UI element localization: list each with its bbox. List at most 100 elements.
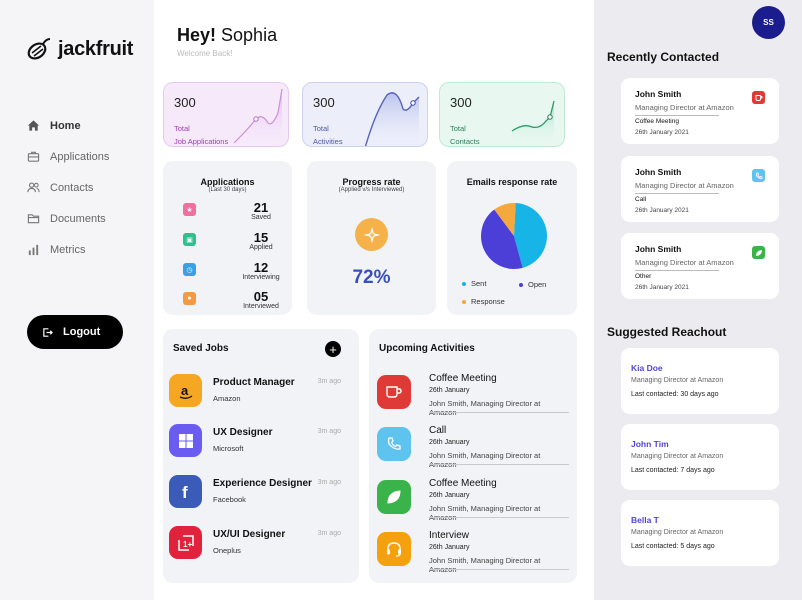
divider (635, 270, 719, 271)
contact-name: John Tim (631, 439, 669, 449)
contact-role: Managing Director at Amazon (631, 529, 724, 536)
job-time: 3m ago (317, 428, 341, 435)
phone-icon (377, 427, 411, 461)
activity-item[interactable]: Coffee Meeting 26th January John Smith, … (377, 478, 569, 526)
divider (429, 517, 569, 518)
activity-item[interactable]: Coffee Meeting 26th January John Smith, … (377, 373, 569, 421)
card-title: Upcoming Activities (379, 343, 475, 354)
svg-text:f: f (182, 483, 188, 501)
sidebar-item-label: Contacts (50, 181, 94, 194)
sidebar-nav: Home Applications Contacts Documents Met… (27, 110, 109, 265)
stat-label-line2: Contacts (450, 137, 480, 146)
phone-icon (752, 169, 765, 182)
stat-card-activities[interactable]: 300 Total Activities (302, 82, 428, 147)
suggested-reachout-title: Suggested Reachout (607, 325, 727, 339)
sidebar-item-contacts[interactable]: Contacts (27, 172, 109, 203)
card-title: Saved Jobs (173, 343, 229, 354)
contact-date: 26th January 2021 (635, 284, 689, 291)
saved-job-item[interactable]: f Experience Designer Facebook 3m ago (169, 475, 347, 515)
stat-label-line2: Job Applications (174, 137, 229, 146)
stat-label: Total Activities (313, 122, 343, 146)
activity-title: Coffee Meeting (429, 373, 497, 384)
contact-role: Managing Director at Amazon (635, 103, 734, 112)
saved-job-item[interactable]: a Product Manager Amazon 3m ago (169, 374, 347, 414)
legend-item-response: Response (462, 297, 505, 306)
greeting-prefix: Hey! (177, 25, 217, 45)
activity-item[interactable]: Interview 26th January John Smith, Manag… (377, 530, 569, 578)
job-title: Experience Designer (213, 478, 312, 489)
sidebar-item-home[interactable]: Home (27, 110, 109, 141)
chat-icon (752, 246, 765, 259)
jackfruit-logo-icon (27, 38, 51, 60)
app-stat-value: 12 (253, 260, 269, 275)
brand-name: jackfruit (58, 37, 134, 60)
pie-chart (481, 203, 547, 269)
briefcase-icon (27, 151, 40, 162)
contact-role: Managing Director at Amazon (631, 377, 724, 384)
emails-response-card: Emails response rate Sent Open Response (447, 161, 577, 315)
divider (429, 569, 569, 570)
stat-label-line1: Total (450, 124, 466, 133)
last-contacted: Last contacted: 5 days ago (631, 543, 715, 550)
avatar[interactable]: SS (752, 6, 785, 39)
add-job-button[interactable]: + (325, 341, 341, 357)
saved-job-item[interactable]: 1+ UX/UI Designer Oneplus 3m ago (169, 526, 347, 566)
contact-activity: Other (635, 273, 652, 280)
activity-title: Call (429, 425, 447, 436)
job-title: UX Designer (213, 427, 273, 438)
app-stat-applied: ▣ 15 Applied (183, 231, 293, 251)
activity-item[interactable]: Call 26th January John Smith, Managing D… (377, 425, 569, 473)
job-company: Microsoft (213, 444, 244, 453)
recent-contact-card[interactable]: John Smith Managing Director at Amazon O… (621, 233, 779, 299)
activity-date: 26th January (429, 544, 470, 551)
divider (635, 193, 719, 194)
oneplus-icon: 1+ (169, 526, 202, 559)
sparkle-icon (355, 218, 388, 251)
coffee-icon (377, 375, 411, 409)
recent-contact-card[interactable]: John Smith Managing Director at Amazon C… (621, 156, 779, 222)
stat-label: Total Contacts (450, 122, 480, 146)
stat-value: 300 (174, 95, 196, 110)
divider (429, 412, 569, 413)
card-title: Applications (200, 177, 255, 187)
avatar-initials: SS (763, 18, 774, 27)
contact-role: Managing Director at Amazon (635, 181, 734, 190)
sidebar-item-applications[interactable]: Applications (27, 141, 109, 172)
brand-logo[interactable]: jackfruit (26, 37, 133, 61)
logout-button[interactable]: Logout (27, 315, 123, 349)
headset-icon (377, 532, 411, 566)
windows-icon (169, 424, 202, 457)
upcoming-activities-card: Upcoming Activities Coffee Meeting 26th … (369, 329, 577, 583)
contact-role: Managing Director at Amazon (635, 258, 734, 267)
sidebar-item-documents[interactable]: Documents (27, 203, 109, 234)
suggested-contact-card[interactable]: Bella T Managing Director at Amazon Last… (621, 500, 779, 566)
job-time: 3m ago (317, 479, 341, 486)
contact-date: 26th January 2021 (635, 207, 689, 214)
users-icon (27, 182, 40, 193)
activity-date: 26th January (429, 492, 470, 499)
last-contacted: Last contacted: 30 days ago (631, 391, 719, 398)
activity-contact: John Smith, Managing Director at Amazon (429, 504, 541, 522)
star-icon: ★ (183, 203, 196, 216)
job-time: 3m ago (317, 530, 341, 537)
folder-icon (27, 214, 40, 224)
card-title: Progress rate (342, 177, 401, 187)
leaf-icon (377, 480, 411, 514)
recent-contact-card[interactable]: John Smith Managing Director at Amazon C… (621, 78, 779, 144)
stat-card-contacts[interactable]: 300 Total Contacts (439, 82, 565, 147)
stat-label-line1: Total (313, 124, 329, 133)
user-name: Sophia (221, 25, 278, 45)
app-stat-value: 21 (253, 200, 269, 215)
card-subtitle: (Last 30 days) (208, 187, 247, 193)
stat-label-line2: Activities (313, 137, 343, 146)
sidebar-item-label: Metrics (50, 243, 86, 256)
suggested-contact-card[interactable]: Kia Doe Managing Director at Amazon Last… (621, 348, 779, 414)
sidebar-item-label: Home (50, 119, 81, 132)
contact-activity: Call (635, 196, 647, 203)
activity-date: 26th January (429, 439, 470, 446)
saved-job-item[interactable]: UX Designer Microsoft 3m ago (169, 424, 347, 464)
sidebar-item-metrics[interactable]: Metrics (27, 234, 109, 265)
job-title: UX/UI Designer (213, 529, 286, 540)
suggested-contact-card[interactable]: John Tim Managing Director at Amazon Las… (621, 424, 779, 490)
stat-card-job-applications[interactable]: 300 Total Job Applications (163, 82, 289, 147)
